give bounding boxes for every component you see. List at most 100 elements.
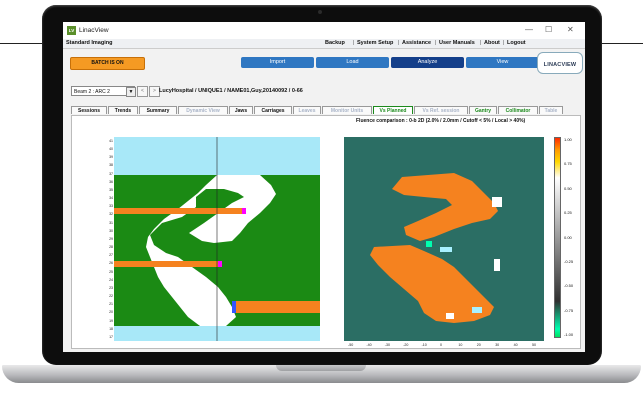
menu-system-setup[interactable]: System Setup bbox=[357, 40, 393, 46]
menu-assistance[interactable]: Assistance bbox=[402, 40, 431, 46]
y-tick-label: 37 bbox=[109, 171, 113, 176]
menu-separator: | bbox=[353, 40, 355, 46]
x-tick-label: 40 bbox=[513, 343, 518, 347]
menu-user-manuals[interactable]: User Manuals bbox=[439, 40, 475, 46]
tab-vs-planned[interactable]: Vs Planned bbox=[373, 106, 413, 114]
fluence-title: Fluence comparison : 0-b 2D (2.0% / 2.0m… bbox=[356, 118, 526, 124]
y-tick-label: 35 bbox=[109, 187, 113, 192]
x-tick-label: 30 bbox=[495, 343, 500, 347]
x-tick-label: 10 bbox=[458, 343, 463, 347]
colorbar-tick-label: -0.25 bbox=[564, 258, 574, 264]
gamma-white-patch-1 bbox=[492, 197, 502, 207]
y-tick-label: 38 bbox=[109, 163, 113, 168]
leaf-tip-2 bbox=[218, 261, 222, 267]
colorbar-labels: 1.00 0.75 0.50 0.25 0.00 -0.25 -0.50 -0.75 -1.00 bbox=[564, 137, 584, 338]
brand-label: Standard Imaging bbox=[66, 40, 113, 46]
import-button[interactable]: Import bbox=[241, 57, 314, 68]
tab-gantry[interactable]: Gantry bbox=[469, 106, 497, 114]
webcam bbox=[318, 10, 322, 14]
x-tick-label: 0 bbox=[440, 343, 442, 347]
leaf-tip-3 bbox=[232, 301, 236, 313]
y-tick-label: 23 bbox=[109, 285, 113, 290]
y-tick-label: 22 bbox=[109, 294, 113, 299]
menu-about[interactable]: About bbox=[484, 40, 500, 46]
gamma-white-patch-2 bbox=[494, 259, 500, 271]
tab-trends[interactable]: Trends bbox=[108, 106, 138, 114]
view-button[interactable]: View bbox=[466, 57, 539, 68]
colorbar-tick-label: -1.00 bbox=[564, 332, 574, 337]
colorbar-tick-label: 0.50 bbox=[564, 185, 572, 191]
y-tick-label: 34 bbox=[109, 196, 113, 201]
app-logo-icon: LV bbox=[67, 26, 76, 35]
x-tick-label: 50 bbox=[532, 343, 536, 347]
tab-collimator[interactable]: Collimator bbox=[498, 106, 538, 114]
y-tick-label: 27 bbox=[109, 253, 113, 258]
minimize-icon[interactable]: — bbox=[525, 25, 533, 35]
y-tick-label: 41 bbox=[109, 139, 113, 143]
y-tick-label: 24 bbox=[109, 277, 113, 282]
gamma-white-patch-3 bbox=[446, 313, 454, 319]
tab-sessions[interactable]: Sessions bbox=[71, 106, 107, 114]
y-tick-label: 18 bbox=[109, 326, 113, 331]
y-tick-label: 40 bbox=[109, 147, 113, 152]
laptop-notch bbox=[276, 365, 366, 371]
x-tick-label: -50 bbox=[348, 343, 354, 347]
tab-carriages[interactable]: Carriages bbox=[254, 106, 292, 114]
left-plot-y-labels: 41 40 39 38 37 36 35 34 33 32 31 30 29 28 27 26 25 24 23 22… bbox=[104, 137, 113, 341]
colorbar-tick-label: 0.25 bbox=[564, 210, 572, 216]
tab-monitor-units[interactable]: Monitor Units bbox=[322, 106, 372, 114]
colorbar bbox=[554, 137, 561, 338]
x-tick-label: -40 bbox=[366, 343, 372, 347]
menu-logout[interactable]: Logout bbox=[507, 40, 526, 46]
menubar: Standard Imaging Backup | System Setup |… bbox=[63, 39, 585, 49]
y-tick-label: 25 bbox=[109, 269, 113, 274]
tab-jaws[interactable]: Jaws bbox=[229, 106, 253, 114]
y-tick-label: 26 bbox=[109, 261, 113, 266]
tab-vs-ref-session[interactable]: Vs Ref. session bbox=[414, 106, 468, 114]
menu-separator: | bbox=[480, 40, 482, 46]
batch-button[interactable]: BATCH IS ON bbox=[70, 57, 145, 70]
leaf-map-plot bbox=[114, 137, 320, 341]
gamma-cyan-patch-1 bbox=[440, 247, 452, 252]
laptop-screen: LV LinacView — ☐ ✕ Standard Imaging Back… bbox=[63, 22, 585, 352]
tab-summary[interactable]: Summary bbox=[139, 106, 177, 114]
tab-dynamic-view[interactable]: Dynamic View bbox=[178, 106, 228, 114]
leaf-orange-3 bbox=[236, 301, 320, 307]
load-button[interactable]: Load bbox=[316, 57, 389, 68]
window-titlebar: LV LinacView — ☐ ✕ bbox=[63, 22, 585, 39]
y-tick-label: 32 bbox=[109, 212, 113, 217]
x-tick-label: -10 bbox=[421, 343, 427, 347]
maximize-icon[interactable]: ☐ bbox=[545, 25, 552, 35]
gamma-green-patch-1 bbox=[426, 241, 432, 247]
colorbar-tick-label: -0.50 bbox=[564, 283, 574, 289]
menu-separator: | bbox=[435, 40, 437, 46]
linacview-logo-text: LINACVIEW bbox=[543, 62, 577, 68]
menu-separator: | bbox=[503, 40, 505, 46]
colorbar-tick-label: -0.75 bbox=[564, 307, 574, 313]
y-tick-label: 33 bbox=[109, 204, 113, 209]
y-tick-label: 21 bbox=[109, 302, 113, 307]
y-tick-label: 31 bbox=[109, 220, 113, 225]
tab-table[interactable]: Table bbox=[539, 106, 563, 114]
colorbar-tick-label: 1.00 bbox=[564, 137, 572, 142]
close-icon[interactable]: ✕ bbox=[567, 25, 574, 35]
gamma-map-plot bbox=[344, 137, 544, 341]
tab-leaves[interactable]: Leaves bbox=[293, 106, 321, 114]
colorbar-tick-label: 0.75 bbox=[564, 161, 572, 167]
y-tick-label: 19 bbox=[109, 318, 113, 323]
colorbar-tick-label: 0.00 bbox=[564, 234, 572, 240]
menu-separator: | bbox=[398, 40, 400, 46]
y-tick-label: 28 bbox=[109, 245, 113, 250]
menu-backup[interactable]: Backup bbox=[325, 40, 345, 46]
analyze-button[interactable]: Analyze bbox=[391, 57, 464, 68]
leaf-orange-2 bbox=[114, 261, 218, 267]
decorative-line-right bbox=[602, 43, 643, 44]
gamma-cyan-patch-2 bbox=[472, 307, 482, 313]
x-tick-label: -20 bbox=[403, 343, 409, 347]
x-tick-label: -30 bbox=[384, 343, 390, 347]
decorative-line-left bbox=[0, 43, 42, 44]
prev-beam-button[interactable]: < bbox=[137, 86, 148, 97]
chevron-down-icon[interactable]: ▼ bbox=[126, 87, 136, 97]
y-tick-label: 17 bbox=[109, 334, 113, 339]
gamma-shape-upper bbox=[392, 173, 498, 241]
